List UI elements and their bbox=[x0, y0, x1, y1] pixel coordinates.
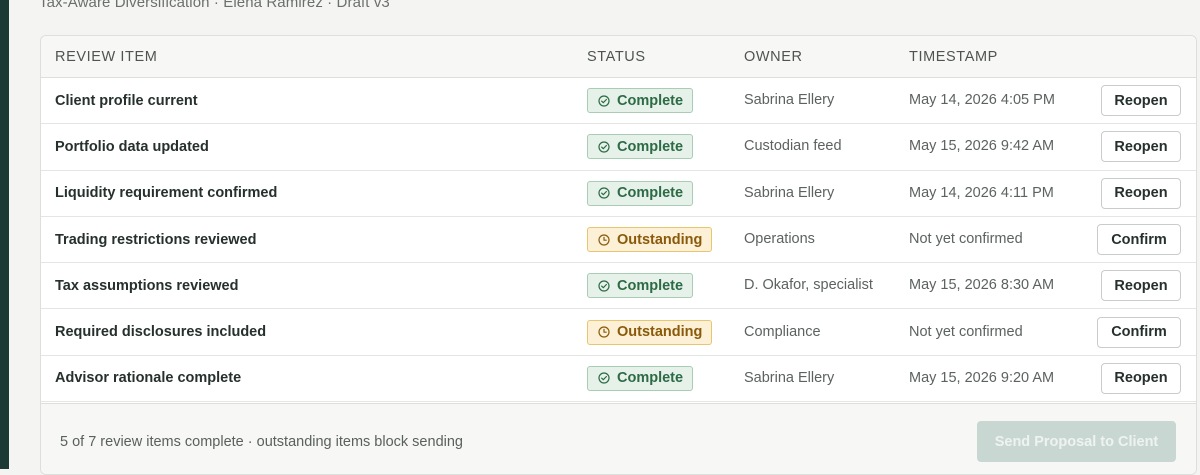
owner-cell: Sabrina Ellery bbox=[744, 171, 894, 216]
status-badge: Complete bbox=[587, 88, 693, 113]
review-item-label: Client profile current bbox=[55, 78, 198, 123]
timestamp-cell: May 14, 2026 4:11 PM bbox=[909, 171, 1079, 216]
column-header-status: STATUS bbox=[587, 49, 646, 65]
clock-icon bbox=[598, 234, 610, 246]
review-item-label: Advisor rationale complete bbox=[55, 356, 241, 401]
status-badge-label: Outstanding bbox=[617, 232, 702, 248]
status-badge: Outstanding bbox=[587, 227, 712, 252]
reopen-button[interactable]: Reopen bbox=[1101, 131, 1181, 162]
owner-cell: Custodian feed bbox=[744, 124, 894, 169]
check-circle-icon bbox=[598, 141, 610, 153]
timestamp-cell: Not yet confirmed bbox=[909, 217, 1079, 262]
review-item-label: Trading restrictions reviewed bbox=[55, 217, 256, 262]
review-summary: 5 of 7 review items complete · outstandi… bbox=[60, 434, 463, 450]
check-circle-icon bbox=[598, 95, 610, 107]
reopen-button[interactable]: Reopen bbox=[1101, 363, 1181, 394]
table-row-5: Tax assumptions reviewed Complete D. Oka… bbox=[41, 263, 1196, 309]
status-badge-label: Complete bbox=[617, 278, 683, 294]
reopen-button[interactable]: Reopen bbox=[1101, 178, 1181, 209]
page-subtitle: Tax-Aware Diversification · Elena Ramire… bbox=[39, 0, 390, 11]
action-cell: Reopen bbox=[1101, 124, 1181, 169]
send-proposal-button[interactable]: Send Proposal to Client bbox=[977, 421, 1176, 462]
status-badge-label: Complete bbox=[617, 370, 683, 386]
action-cell: Reopen bbox=[1101, 171, 1181, 216]
table-row-3: Liquidity requirement confirmed Complete… bbox=[41, 171, 1196, 217]
clock-icon bbox=[598, 326, 610, 338]
status-cell: Complete bbox=[587, 171, 693, 216]
table-row-1: Client profile current Complete Sabrina … bbox=[41, 78, 1196, 124]
action-cell: Reopen bbox=[1101, 263, 1181, 308]
status-badge-label: Complete bbox=[617, 93, 683, 109]
action-cell: Reopen bbox=[1101, 356, 1181, 401]
status-cell: Outstanding bbox=[587, 309, 712, 354]
action-cell: Reopen bbox=[1101, 78, 1181, 123]
footer-bar: 5 of 7 review items complete · outstandi… bbox=[41, 403, 1196, 475]
status-cell: Complete bbox=[587, 263, 693, 308]
confirm-button[interactable]: Confirm bbox=[1097, 317, 1181, 348]
status-cell: Complete bbox=[587, 78, 693, 123]
table-row-7: Advisor rationale complete Complete Sabr… bbox=[41, 356, 1196, 402]
review-item-label: Required disclosures included bbox=[55, 309, 266, 354]
review-checklist-card: REVIEW ITEM STATUS OWNER TIMESTAMP Clien… bbox=[40, 35, 1197, 475]
timestamp-cell: May 15, 2026 9:20 AM bbox=[909, 356, 1079, 401]
status-badge: Complete bbox=[587, 366, 693, 391]
owner-cell: Operations bbox=[744, 217, 894, 262]
check-circle-icon bbox=[598, 187, 610, 199]
reopen-button[interactable]: Reopen bbox=[1101, 270, 1181, 301]
table-row-2: Portfolio data updated Complete Custodia… bbox=[41, 124, 1196, 170]
status-cell: Outstanding bbox=[587, 217, 712, 262]
left-rail bbox=[0, 0, 9, 469]
action-cell: Confirm bbox=[1097, 217, 1181, 262]
timestamp-cell: May 15, 2026 9:42 AM bbox=[909, 124, 1079, 169]
status-badge: Complete bbox=[587, 134, 693, 159]
table-row-4: Trading restrictions reviewed Outstandin… bbox=[41, 217, 1196, 263]
column-header-timestamp: TIMESTAMP bbox=[909, 49, 998, 65]
review-item-label: Tax assumptions reviewed bbox=[55, 263, 238, 308]
owner-cell: D. Okafor, specialist bbox=[744, 263, 894, 308]
timestamp-cell: Not yet confirmed bbox=[909, 309, 1079, 354]
status-badge: Complete bbox=[587, 181, 693, 206]
review-item-label: Liquidity requirement confirmed bbox=[55, 171, 277, 216]
reopen-button[interactable]: Reopen bbox=[1101, 85, 1181, 116]
status-badge: Complete bbox=[587, 273, 693, 298]
column-header-review-item: REVIEW ITEM bbox=[55, 49, 157, 65]
owner-cell: Compliance bbox=[744, 309, 894, 354]
review-item-label: Portfolio data updated bbox=[55, 124, 209, 169]
status-cell: Complete bbox=[587, 124, 693, 169]
table-row-6: Required disclosures included Outstandin… bbox=[41, 309, 1196, 355]
status-badge-label: Complete bbox=[617, 185, 683, 201]
check-circle-icon bbox=[598, 280, 610, 292]
action-cell: Confirm bbox=[1097, 309, 1181, 354]
owner-cell: Sabrina Ellery bbox=[744, 78, 894, 123]
column-header-owner: OWNER bbox=[744, 49, 803, 65]
status-badge-label: Complete bbox=[617, 139, 683, 155]
owner-cell: Sabrina Ellery bbox=[744, 356, 894, 401]
status-cell: Complete bbox=[587, 356, 693, 401]
status-badge-label: Outstanding bbox=[617, 324, 702, 340]
check-circle-icon bbox=[598, 372, 610, 384]
confirm-button[interactable]: Confirm bbox=[1097, 224, 1181, 255]
status-badge: Outstanding bbox=[587, 320, 712, 345]
timestamp-cell: May 15, 2026 8:30 AM bbox=[909, 263, 1079, 308]
table-header: REVIEW ITEM STATUS OWNER TIMESTAMP bbox=[41, 36, 1196, 78]
timestamp-cell: May 14, 2026 4:05 PM bbox=[909, 78, 1079, 123]
table-body: Client profile current Complete Sabrina … bbox=[41, 78, 1196, 402]
